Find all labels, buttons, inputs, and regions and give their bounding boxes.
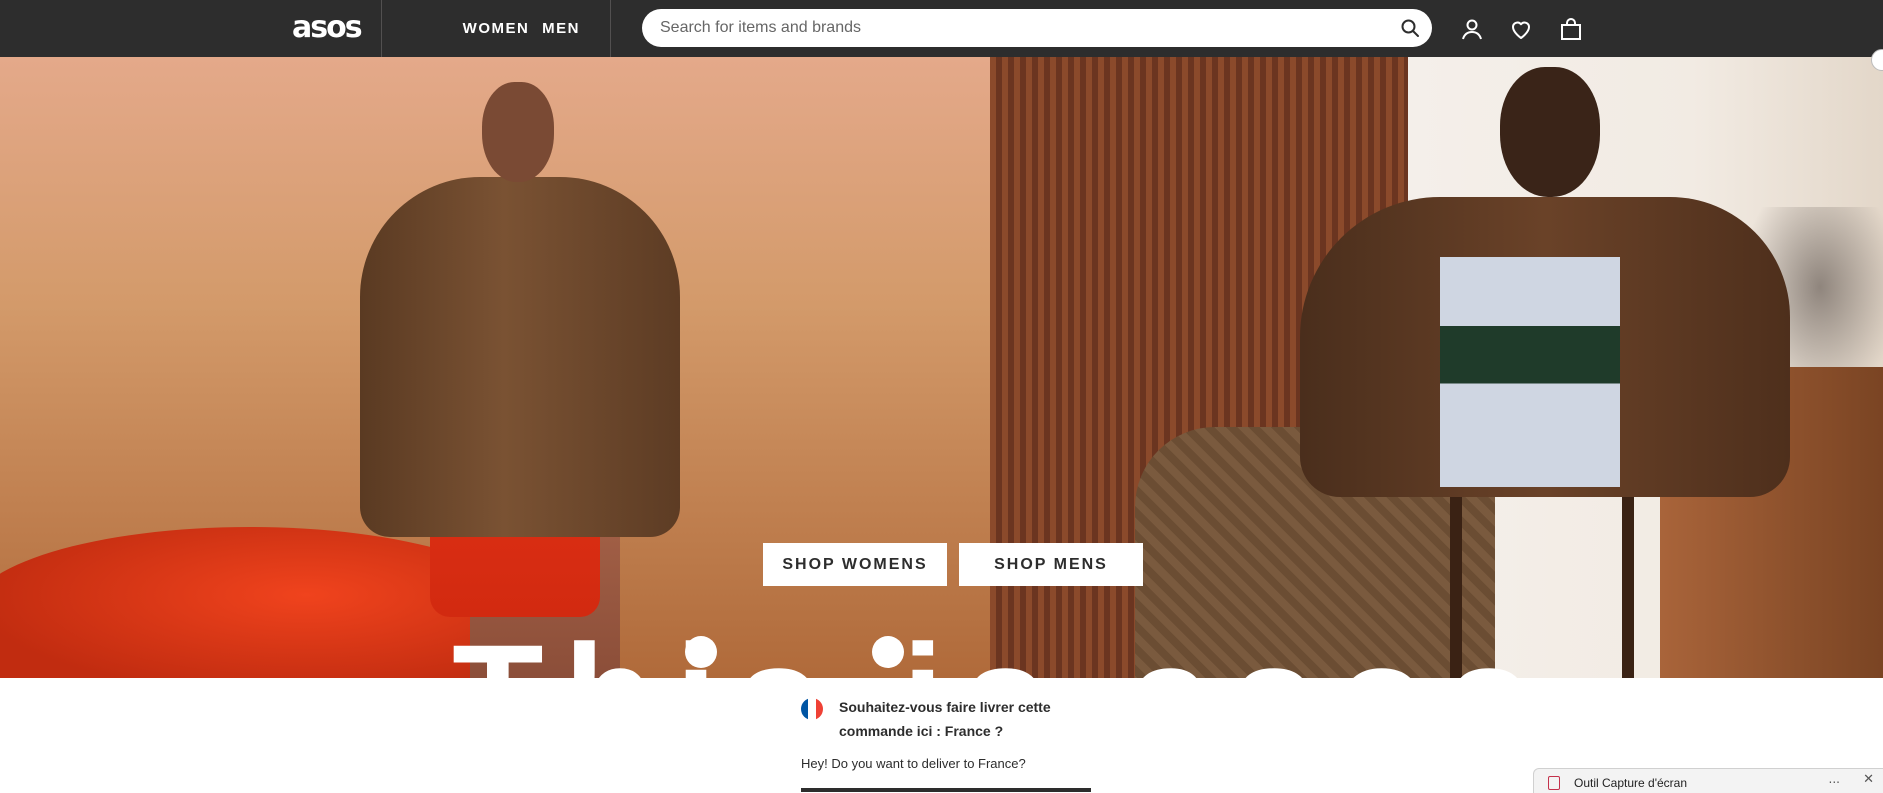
model-shirt	[1440, 257, 1620, 487]
top-navigation-bar: asos WOMEN	[0, 0, 1883, 57]
shop-womens-button[interactable]: SHOP WOMENS	[763, 543, 947, 586]
close-icon[interactable]: ✕	[1863, 772, 1874, 787]
shop-mens-button[interactable]: SHOP MENS	[959, 543, 1143, 586]
popup-confirm-button[interactable]	[801, 788, 1091, 792]
model-head	[482, 82, 554, 182]
popup-title: Souhaitez-vous faire livrer cette comman…	[839, 699, 1051, 739]
popup-subtitle: Hey! Do you want to deliver to France?	[801, 756, 1026, 771]
user-icon[interactable]	[1460, 17, 1484, 41]
tab-men[interactable]: MEN	[511, 0, 611, 57]
headline-dot	[872, 636, 904, 668]
hero-banner[interactable]: SHOP WOMENS SHOP MENS This is asos	[0, 57, 1883, 678]
hero-headline: This is asos	[452, 622, 1551, 678]
snipping-tool-notification[interactable]: Outil Capture d'écran ... ✕	[1533, 768, 1883, 793]
notification-title: Outil Capture d'écran	[1574, 776, 1688, 790]
snipping-tool-icon	[1548, 776, 1560, 790]
asos-logo[interactable]: asos	[292, 10, 363, 46]
bag-icon[interactable]	[1559, 17, 1583, 41]
search-bar	[642, 9, 1432, 47]
delivery-country-popup: Souhaitez-vous faire livrer cette comman…	[760, 678, 1120, 792]
search-input[interactable]	[658, 18, 1382, 38]
more-options-icon[interactable]: ...	[1829, 772, 1840, 786]
france-flag-icon	[801, 698, 823, 720]
model-jacket	[360, 177, 680, 537]
model-head-men	[1500, 67, 1600, 197]
search-icon[interactable]	[1400, 18, 1420, 38]
headline-dot	[685, 636, 717, 668]
heart-icon[interactable]	[1509, 17, 1533, 41]
